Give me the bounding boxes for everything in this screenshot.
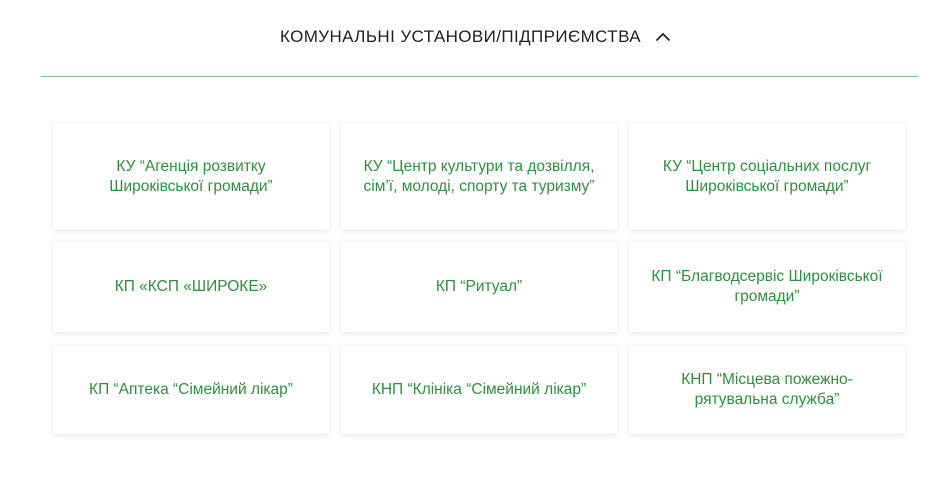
institution-card-label: КП “Благводсервіс Широківської громади”	[651, 268, 883, 305]
institution-card-label: КУ “Центр соціальних послуг Широківської…	[662, 157, 872, 195]
institution-card-label: КУ “Агенція розвитку Широківської громад…	[109, 157, 273, 195]
institution-card-label: КНП “Місцева пожежно-рятувальна служба”	[681, 371, 853, 408]
institution-card-label: КП “Аптека “Сімейний лікар”	[89, 381, 293, 398]
institution-card[interactable]: КП «КСП «ШИРОКЕ»	[53, 242, 329, 332]
institution-card-label: КНП “Клініка “Сімейний лікар”	[371, 381, 587, 398]
chevron-up-icon[interactable]	[655, 29, 671, 45]
institution-card[interactable]: КУ “Центр соціальних послуг Широківської…	[629, 123, 905, 230]
section-divider	[41, 76, 918, 77]
institution-card[interactable]: КП “Ритуал”	[341, 242, 617, 332]
institution-card[interactable]: КУ “Центр культури та дозвілля, сім’ї, м…	[341, 123, 617, 230]
section-toggle-header[interactable]: КОМУНАЛЬНІ УСТАНОВИ/ПІДПРИЄМСТВА	[0, 20, 951, 54]
institution-card[interactable]: КП “Аптека “Сімейний лікар”	[53, 346, 329, 434]
section-title: КОМУНАЛЬНІ УСТАНОВИ/ПІДПРИЄМСТВА	[280, 27, 641, 46]
institutions-grid: КУ “Агенція розвитку Широківської громад…	[53, 123, 905, 434]
institution-card[interactable]: КНП “Місцева пожежно-рятувальна служба”	[629, 346, 905, 434]
institution-card-label: КП «КСП «ШИРОКЕ»	[114, 278, 268, 295]
institution-card[interactable]: КНП “Клініка “Сімейний лікар”	[341, 346, 617, 434]
institution-card-label: КУ “Центр культури та дозвілля, сім’ї, м…	[363, 157, 595, 195]
institution-card[interactable]: КУ “Агенція розвитку Широківської громад…	[53, 123, 329, 230]
institution-card[interactable]: КП “Благводсервіс Широківської громади”	[629, 242, 905, 332]
institution-card-label: КП “Ритуал”	[435, 278, 523, 295]
